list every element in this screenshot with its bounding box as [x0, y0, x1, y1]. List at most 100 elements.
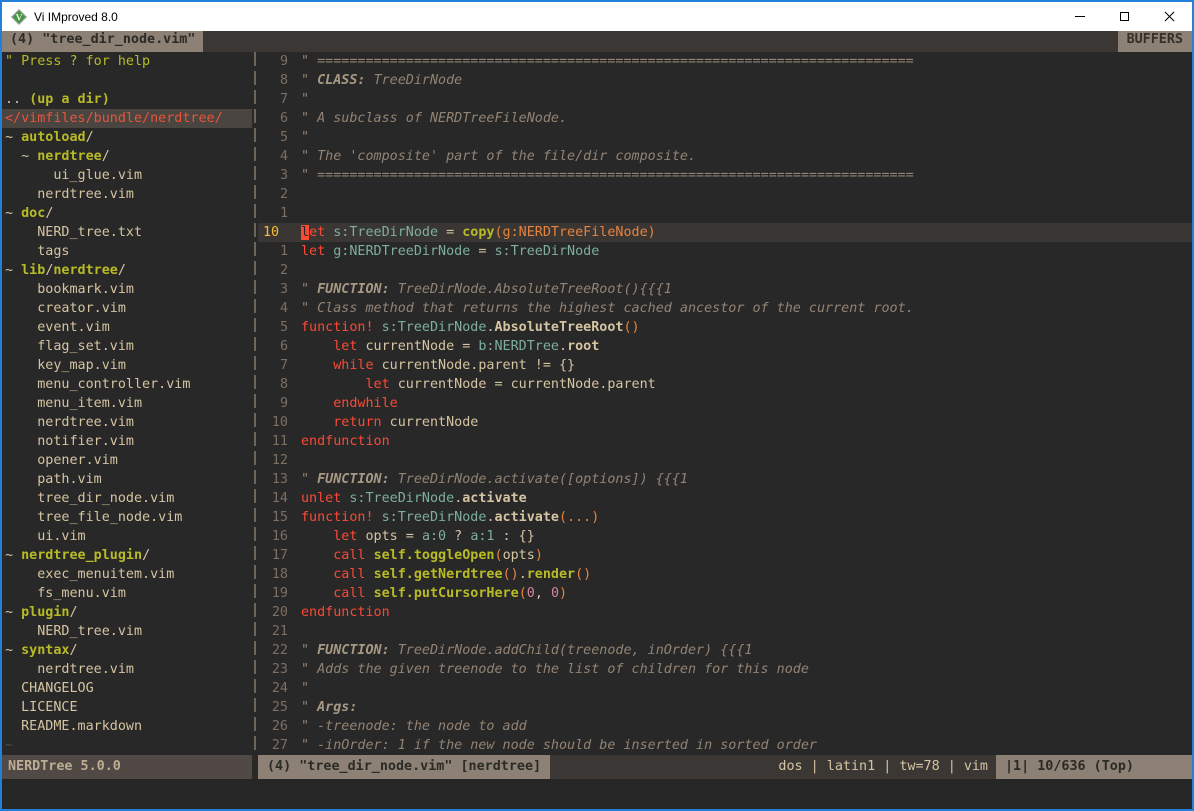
tree-row[interactable]: nerdtree.vim [2, 185, 252, 204]
tree-row[interactable] [2, 71, 252, 90]
tree-row[interactable]: CHANGELOG [2, 679, 252, 698]
code-row[interactable]: 23" Adds the given treenode to the list … [258, 660, 1192, 679]
tree-row[interactable]: ~ syntax/ [2, 641, 252, 660]
tab-tree-dir-node[interactable]: (4) "tree_dir_node.vim" [2, 31, 203, 52]
command-line[interactable] [2, 779, 1192, 809]
tree-row[interactable]: tags [2, 242, 252, 261]
code-segment [301, 529, 333, 544]
code-row[interactable]: 20endfunction [258, 603, 1192, 622]
code-row[interactable]: 13" FUNCTION: TreeDirNode.activate([opti… [258, 470, 1192, 489]
code-row[interactable]: 6 let currentNode = b:NERDTree.root [258, 337, 1192, 356]
tree-row[interactable]: event.vim [2, 318, 252, 337]
tree-row[interactable]: </vimfiles/bundle/nerdtree/ [2, 109, 252, 128]
code-row[interactable]: 10let s:TreeDirNode = copy(g:NERDTreeFil… [258, 223, 1192, 242]
line-number: 9 [258, 52, 288, 71]
line-number: 16 [258, 527, 288, 546]
code-row[interactable]: 8 let currentNode = currentNode.parent [258, 375, 1192, 394]
code-row[interactable]: 10 return currentNode [258, 413, 1192, 432]
tree-row[interactable]: ~ plugin/ [2, 603, 252, 622]
tree-row[interactable]: ~ autoload/ [2, 128, 252, 147]
tree-row[interactable]: ui.vim [2, 527, 252, 546]
code-segment: menu_controller.vim [5, 377, 190, 392]
code-row[interactable]: 27" -inOrder: 1 if the new node should b… [258, 736, 1192, 755]
tree-row[interactable]: " Press ? for help [2, 52, 252, 71]
code-row[interactable]: 21 [258, 622, 1192, 641]
tree-row[interactable]: exec_menuitem.vim [2, 565, 252, 584]
code-row[interactable]: 15function! s:TreeDirNode.activate(...) [258, 508, 1192, 527]
tree-row[interactable]: ~ nerdtree_plugin/ [2, 546, 252, 565]
line-number: 23 [258, 660, 288, 679]
tree-row[interactable]: tree_file_node.vim [2, 508, 252, 527]
tabline: (4) "tree_dir_node.vim" BUFFERS [2, 31, 1192, 52]
line-number: 5 [258, 318, 288, 337]
tree-row[interactable]: tree_dir_node.vim [2, 489, 252, 508]
code-row[interactable]: 9 endwhile [258, 394, 1192, 413]
tabline-fill [203, 31, 1117, 52]
tree-row[interactable]: NERD_tree.txt [2, 223, 252, 242]
code-row[interactable]: 19 call self.putCursorHere(0, 0) [258, 584, 1192, 603]
code-row[interactable]: 6" A subclass of NERDTreeFileNode. [258, 109, 1192, 128]
code-row[interactable]: 18 call self.getNerdtree().render() [258, 565, 1192, 584]
code-segment: path.vim [5, 472, 102, 487]
tree-row[interactable]: ~ nerdtree/ [2, 147, 252, 166]
code-row[interactable]: 4" The 'composite' part of the file/dir … [258, 147, 1192, 166]
tree-row[interactable]: notifier.vim [2, 432, 252, 451]
code-segment: call [333, 586, 365, 601]
code-segment [301, 396, 333, 411]
code-row[interactable]: 9" =====================================… [258, 52, 1192, 71]
code-row[interactable]: 24" [258, 679, 1192, 698]
code-row[interactable]: 2 [258, 261, 1192, 280]
tree-row[interactable]: ~ [2, 736, 252, 755]
tree-row[interactable]: creator.vim [2, 299, 252, 318]
code-segment: FUNCTION: [317, 282, 398, 297]
code-row[interactable]: 16 let opts = a:0 ? a:1 : {} [258, 527, 1192, 546]
tree-row[interactable]: ~ doc/ [2, 204, 252, 223]
code-row[interactable]: 17 call self.toggleOpen(opts) [258, 546, 1192, 565]
close-button[interactable] [1147, 2, 1192, 31]
code-segment: . [486, 510, 494, 525]
code-row[interactable]: 14unlet s:TreeDirNode.activate [258, 489, 1192, 508]
tree-row[interactable]: flag_set.vim [2, 337, 252, 356]
code-row[interactable]: 7 while currentNode.parent != {} [258, 356, 1192, 375]
tree-row[interactable]: nerdtree.vim [2, 413, 252, 432]
window-split-separator[interactable] [252, 52, 258, 755]
code-row[interactable]: 12 [258, 451, 1192, 470]
tree-row[interactable]: menu_item.vim [2, 394, 252, 413]
tree-row[interactable]: menu_controller.vim [2, 375, 252, 394]
minimize-button[interactable] [1057, 2, 1102, 31]
code-row[interactable]: 3" =====================================… [258, 166, 1192, 185]
code-row[interactable]: 25" Args: [258, 698, 1192, 717]
tree-row[interactable]: README.markdown [2, 717, 252, 736]
code-segment: let [333, 529, 357, 544]
tree-row[interactable]: bookmark.vim [2, 280, 252, 299]
tree-row[interactable]: key_map.vim [2, 356, 252, 375]
tree-row[interactable]: ~ lib/nerdtree/ [2, 261, 252, 280]
tree-row[interactable]: opener.vim [2, 451, 252, 470]
code-row[interactable]: 8" CLASS: TreeDirNode [258, 71, 1192, 90]
code-row[interactable]: 3" FUNCTION: TreeDirNode.AbsoluteTreeRoo… [258, 280, 1192, 299]
maximize-button[interactable] [1102, 2, 1147, 31]
code-row[interactable]: 1 [258, 204, 1192, 223]
code-row[interactable]: 5function! s:TreeDirNode.AbsoluteTreeRoo… [258, 318, 1192, 337]
code-row[interactable]: 4" Class method that returns the highest… [258, 299, 1192, 318]
code-row[interactable]: 2 [258, 185, 1192, 204]
tree-row[interactable]: nerdtree.vim [2, 660, 252, 679]
tree-row[interactable]: NERD_tree.vim [2, 622, 252, 641]
tree-row[interactable]: LICENCE [2, 698, 252, 717]
code-segment: currentNode.parent != {} [374, 358, 576, 373]
code-row[interactable]: 22" FUNCTION: TreeDirNode.addChild(treen… [258, 641, 1192, 660]
code-row[interactable]: 5" [258, 128, 1192, 147]
line-number: 27 [258, 736, 288, 755]
line-number: 25 [258, 698, 288, 717]
code-row[interactable]: 1let g:NERDTreeDirNode = s:TreeDirNode [258, 242, 1192, 261]
code-row[interactable]: 26" -treenode: the node to add [258, 717, 1192, 736]
tree-row[interactable]: fs_menu.vim [2, 584, 252, 603]
code-segment: ~ [5, 263, 21, 278]
code-segment: README.markdown [5, 719, 142, 734]
code-row[interactable]: 7" [258, 90, 1192, 109]
tree-row[interactable]: path.vim [2, 470, 252, 489]
tree-row[interactable]: ui_glue.vim [2, 166, 252, 185]
code-segment: function! [301, 320, 374, 335]
code-row[interactable]: 11endfunction [258, 432, 1192, 451]
tree-row[interactable]: .. (up a dir) [2, 90, 252, 109]
